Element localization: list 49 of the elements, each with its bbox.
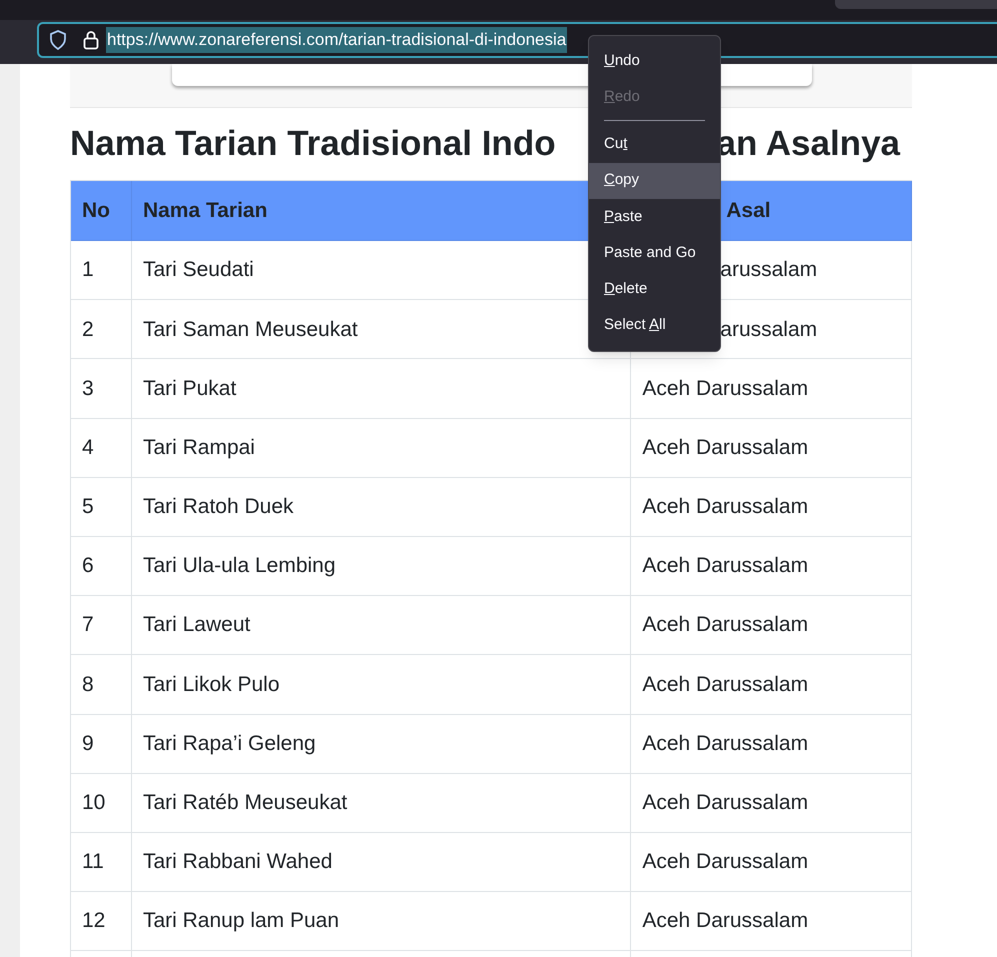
table-cell-text: 5 bbox=[82, 494, 94, 520]
table-cell-text: Tari Pukat bbox=[142, 376, 236, 402]
table-cell-text: Aceh Darussalam bbox=[642, 908, 808, 934]
menu-item[interactable]: Delete bbox=[589, 271, 720, 308]
table-cell-text: 3 bbox=[82, 376, 94, 402]
table-cell-text: Aceh Darussalam bbox=[642, 790, 808, 816]
table-cell-text: Aceh Darussalam bbox=[642, 553, 808, 580]
table-cell-text: Tari Seudati bbox=[142, 257, 254, 284]
table-cell-text: Tari Ula-ula Lembing bbox=[142, 553, 336, 580]
table-cell-text: 10 bbox=[82, 790, 106, 816]
url-text[interactable]: https://www.zonareferensi.com/tarian-tradisional-di-indonesia bbox=[106, 27, 568, 53]
table-cell-text: Tari Ranup lam Puan bbox=[142, 908, 340, 934]
table-cell-text: Aceh Darussalam bbox=[642, 434, 808, 461]
table-cell-text: arussalam bbox=[720, 257, 818, 284]
table-cell-text: Tari Laweut bbox=[142, 612, 250, 638]
column-header: Asal bbox=[726, 198, 771, 224]
menu-item[interactable]: Paste bbox=[589, 198, 720, 235]
table-cell-text: Tari Rapa’i Geleng bbox=[142, 730, 316, 757]
menu-item[interactable]: Cut bbox=[589, 126, 720, 163]
table-cell-text: Tari Saman Meuseukat bbox=[142, 316, 358, 343]
table-cell-text: Aceh Darussalam bbox=[642, 376, 808, 402]
table-cell-text: 11 bbox=[82, 849, 104, 876]
table-cell-text: 2 bbox=[82, 316, 94, 343]
table-cell-text: 6 bbox=[82, 553, 94, 580]
table-cell-text: 1 bbox=[82, 257, 94, 284]
lock-icon[interactable] bbox=[83, 30, 99, 50]
table-cell-text: Tari Rabbani Wahed bbox=[142, 849, 332, 876]
table-cell-text: Aceh Darussalam bbox=[642, 612, 808, 638]
table-cell-text: arussalam bbox=[720, 316, 818, 343]
article-heading: Nama Tarian Tradisional Indo bbox=[70, 122, 556, 165]
shield-icon[interactable] bbox=[49, 30, 67, 50]
column-header: No bbox=[82, 198, 110, 224]
table-cell-text: Tari Ratoh Duek bbox=[142, 494, 294, 520]
menu-item[interactable]: Select All bbox=[589, 307, 720, 344]
table-cell-text: 4 bbox=[82, 434, 94, 461]
menu-item[interactable]: Paste and Go bbox=[589, 234, 720, 272]
table-cell-text: Aceh Darussalam bbox=[642, 849, 808, 876]
table-cell-text: 7 bbox=[82, 612, 94, 638]
table-cell-text: Tari Rampai bbox=[142, 434, 255, 461]
table-cell-text: 9 bbox=[82, 730, 94, 757]
table-cell-text: Tari Likok Pulo bbox=[142, 672, 280, 698]
column-header: Nama Tarian bbox=[142, 198, 268, 224]
table-cell-text: 12 bbox=[82, 908, 106, 934]
table-cell-text: 8 bbox=[82, 672, 94, 698]
table-cell-text: Tari Ratéb Meuseukat bbox=[142, 790, 348, 816]
table-cell-text: Aceh Darussalam bbox=[642, 672, 808, 698]
table-cell-text: Aceh Darussalam bbox=[642, 730, 808, 757]
menu-item[interactable]: Copy bbox=[589, 162, 720, 199]
table-cell-text: Aceh Darussalam bbox=[642, 494, 808, 520]
